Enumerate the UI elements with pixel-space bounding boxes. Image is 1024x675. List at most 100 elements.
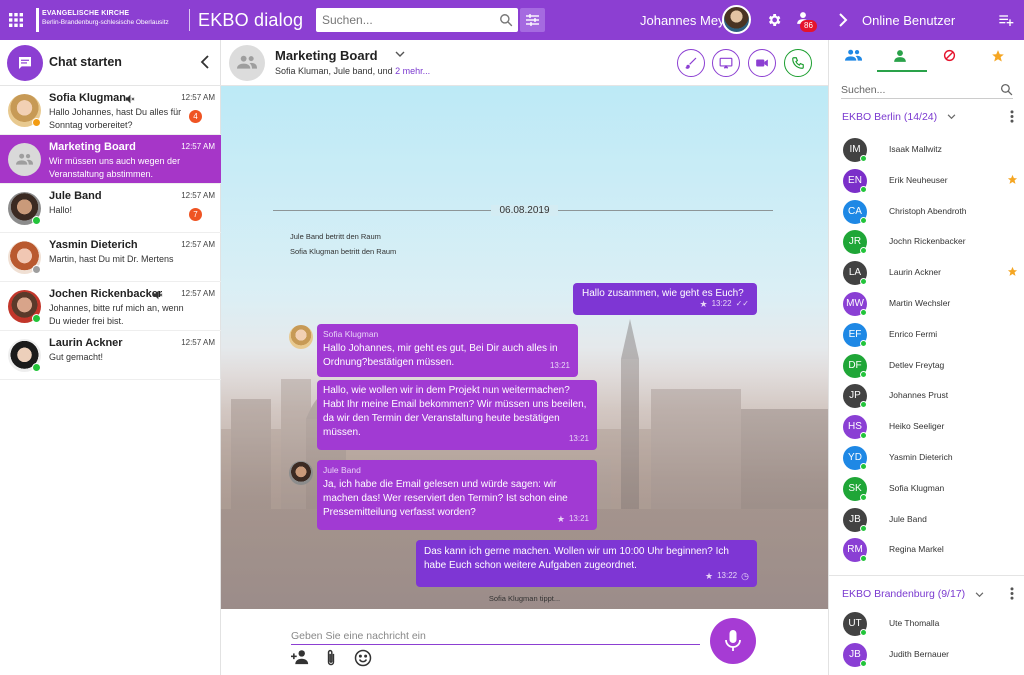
chat-time: 12:57 AM — [181, 338, 215, 347]
search-icon[interactable] — [1000, 83, 1013, 96]
chat-list-item[interactable]: Marketing Board 12:57 AM Wir müssen uns … — [0, 135, 221, 184]
chat-time: 12:57 AM — [181, 191, 215, 200]
group-header[interactable]: EKBO Brandenburg (9/17) — [842, 588, 965, 600]
member-name: Johannes Prust — [889, 390, 949, 401]
member-row[interactable]: UT Ute Thomalla — [829, 609, 1024, 639]
member-name: Laurin Ackner — [889, 267, 941, 278]
chevron-down-icon[interactable] — [395, 51, 405, 58]
member-row[interactable]: LA Laurin Ackner — [829, 258, 1024, 288]
unread-badge: 4 — [189, 110, 202, 123]
voice-call-button[interactable] — [784, 49, 812, 77]
member-row[interactable]: JP Johannes Prust — [829, 381, 1024, 411]
chat-list-item[interactable]: Sofia Klugman 12:57 AM Hallo Johannes, h… — [0, 86, 221, 135]
message-input[interactable] — [291, 627, 700, 645]
brush-icon — [685, 57, 697, 69]
member-row[interactable]: IM Isaak Mallwitz — [829, 135, 1024, 165]
star-icon[interactable]: ★ — [705, 569, 713, 583]
group-icon — [16, 153, 33, 165]
tab-blocked[interactable] — [927, 40, 975, 72]
divider — [189, 9, 190, 31]
voice-message-button[interactable] — [710, 618, 756, 664]
chat-list-item[interactable]: Yasmin Dieterich 12:57 AM Martin, hast D… — [0, 233, 221, 282]
favorite-star-icon[interactable] — [1007, 266, 1018, 277]
tab-online-users[interactable] — [877, 40, 925, 72]
screen-share-button[interactable] — [712, 49, 740, 77]
gear-icon[interactable] — [766, 12, 782, 28]
online-status-dot — [860, 247, 867, 255]
message-time: 13:22 — [717, 571, 738, 580]
add-person-icon[interactable] — [291, 649, 311, 665]
chat-list-item[interactable]: Laurin Ackner 12:57 AM Gut gemacht! — [0, 331, 221, 380]
member-row[interactable]: EF Enrico Fermi — [829, 320, 1024, 350]
group-header[interactable]: EKBO Berlin (14/24) — [842, 111, 937, 123]
chevron-right-icon[interactable] — [838, 13, 848, 27]
star-icon[interactable]: ★ — [557, 512, 565, 526]
member-row[interactable]: MW Martin Wechsler — [829, 289, 1024, 319]
search-icon[interactable] — [499, 13, 513, 27]
member-row[interactable]: EN Erik Neuheuser — [829, 166, 1024, 196]
search-input[interactable] — [316, 8, 486, 32]
new-chat-button[interactable] — [7, 45, 43, 81]
member-row[interactable]: RM Regina Markel — [829, 535, 1024, 565]
member-row[interactable]: JR Jochn Rickenbacker — [829, 227, 1024, 257]
brand-line2: Berlin-Brandenburg-schlesische Oberlausi… — [42, 19, 169, 26]
online-status-dot — [860, 629, 867, 636]
favorite-star-icon[interactable] — [1007, 174, 1018, 185]
star-icon[interactable]: ★ — [699, 297, 707, 311]
message-text: Das kann ich gerne machen. Wollen wir um… — [424, 546, 729, 571]
chat-time: 12:57 AM — [181, 142, 215, 151]
chat-name: Jochen Rickenbacker — [49, 288, 163, 300]
more-vert-icon[interactable] — [1010, 110, 1014, 123]
member-row[interactable]: YD Yasmin Dieterich — [829, 443, 1024, 473]
chevron-down-icon[interactable] — [975, 592, 984, 598]
message-bubble-incoming[interactable]: Jule Band Ja, ich habe die Email gelesen… — [317, 460, 597, 530]
chat-list-item[interactable]: Jochen Rickenbacker 12:57 AM Johannes, b… — [0, 282, 221, 331]
chat-name: Marketing Board — [49, 141, 136, 153]
group-avatar[interactable] — [229, 45, 265, 81]
sender-avatar[interactable] — [289, 461, 313, 485]
apps-grid-icon[interactable] — [9, 13, 23, 27]
message-bubble-outgoing[interactable]: Hallo zusammen, wie geht es Euch? ★ 13:2… — [573, 283, 757, 315]
chat-title[interactable]: Marketing Board — [275, 48, 378, 63]
online-status-dot — [860, 339, 867, 347]
chevron-left-icon[interactable] — [200, 55, 210, 69]
user-avatar[interactable] — [722, 5, 751, 34]
member-name: Regina Markel — [889, 544, 944, 555]
member-row[interactable]: CA Christoph Abendroth — [829, 197, 1024, 227]
member-row[interactable]: SK Sofia Klugman — [829, 474, 1024, 504]
chat-list-item[interactable]: Jule Band 12:57 AM Hallo! 7 — [0, 184, 221, 233]
member-row[interactable]: JB Judith Bernauer — [829, 640, 1024, 670]
chat-preview: Hallo Johannes, hast Du alles für Sonnta… — [49, 107, 182, 130]
user-search-input[interactable] — [841, 81, 991, 99]
member-name: Heiko Seeliger — [889, 421, 945, 432]
tab-favorites[interactable] — [975, 40, 1023, 72]
brand-logo[interactable]: EVANGELISCHE KIRCHE Berlin-Brandenburg-s… — [32, 6, 182, 34]
whiteboard-button[interactable] — [677, 49, 705, 77]
tab-groups[interactable] — [829, 40, 877, 72]
more-members-link[interactable]: 2 mehr... — [395, 66, 430, 76]
video-call-button[interactable] — [748, 49, 776, 77]
chevron-down-icon[interactable] — [947, 114, 956, 120]
member-row[interactable]: DF Detlev Freytag — [829, 351, 1024, 381]
more-vert-icon[interactable] — [1010, 587, 1014, 600]
online-status-dot — [860, 278, 867, 286]
message-bubble-incoming[interactable]: Sofia Klugman Hallo Johannes, mir geht e… — [317, 324, 578, 377]
sender-name: Jule Band — [323, 465, 361, 475]
attachment-icon[interactable] — [325, 649, 337, 667]
filter-button[interactable] — [520, 8, 545, 32]
emoji-icon[interactable] — [354, 649, 372, 667]
right-panel-title: Online Benutzer — [862, 13, 956, 28]
message-bubble-incoming[interactable]: Hallo, wie wollen wir in dem Projekt nun… — [317, 380, 597, 450]
status-dot — [32, 363, 41, 372]
message-area[interactable]: 06.08.2019 Jule Band betritt den Raum So… — [221, 86, 828, 609]
chat-name: Laurin Ackner — [49, 337, 123, 349]
chat-start-row[interactable]: Chat starten — [0, 40, 221, 86]
chat-header: Marketing Board Sofia Kluman, Jule band,… — [221, 40, 828, 86]
message-time: 13:22 — [711, 299, 732, 308]
sender-avatar[interactable] — [289, 325, 313, 349]
member-row[interactable]: HS Heiko Seeliger — [829, 412, 1024, 442]
video-camera-icon — [756, 59, 768, 67]
member-row[interactable]: JB Jule Band — [829, 505, 1024, 535]
message-bubble-outgoing[interactable]: Das kann ich gerne machen. Wollen wir um… — [416, 540, 757, 587]
playlist-add-icon[interactable] — [998, 12, 1014, 28]
